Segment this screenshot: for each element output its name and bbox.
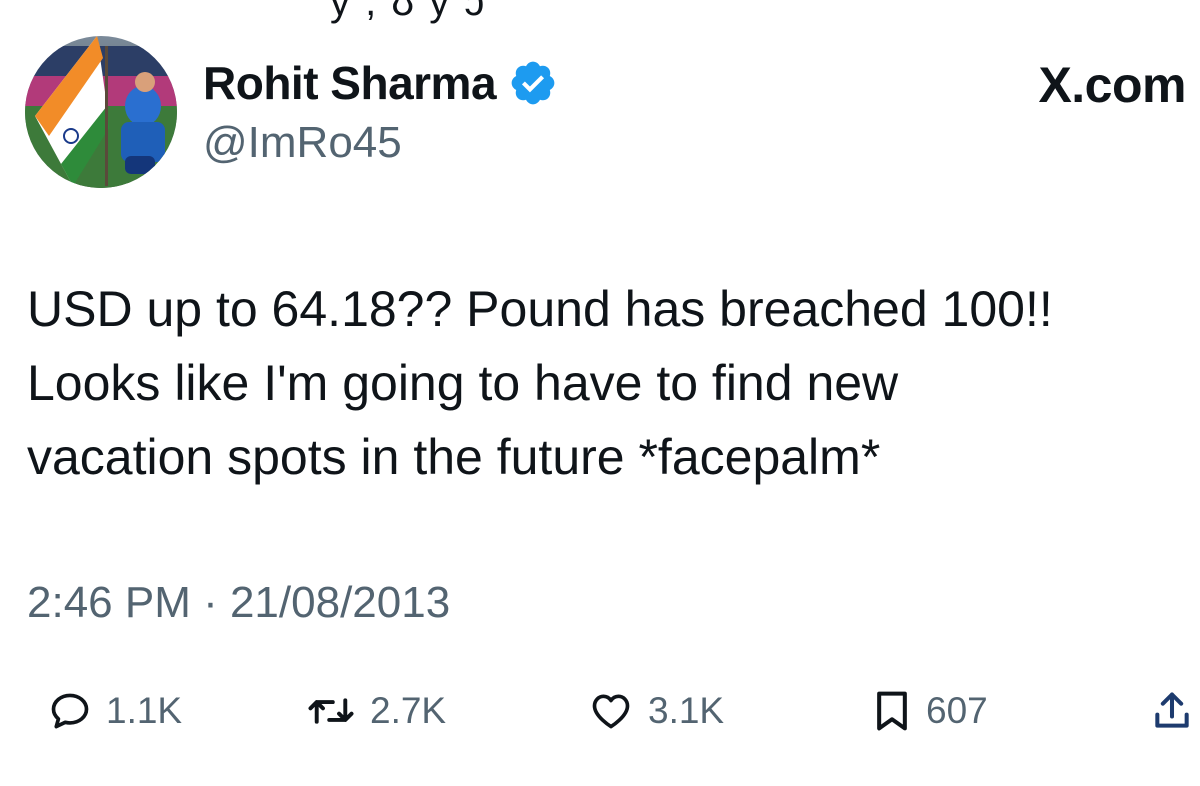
- author-row: Rohit Sharma: [203, 56, 558, 110]
- action-bar: 1.1K 2.7K 3.1K 607: [0, 676, 1200, 746]
- tweet-screenshot: y , ʊ y ɔ Rohit Sharma @ImRo45 X.com USD…: [0, 0, 1200, 786]
- author-handle[interactable]: @ImRo45: [203, 118, 402, 168]
- avatar[interactable]: [25, 36, 177, 188]
- bookmark-count: 607: [926, 690, 988, 731]
- share-button[interactable]: [1150, 676, 1194, 746]
- repost-count: 2.7K: [370, 690, 447, 731]
- reply-count: 1.1K: [106, 690, 183, 731]
- bookmark-button[interactable]: 607: [872, 676, 988, 746]
- tweet-text-line: vacation spots in the future *facepalm*: [27, 429, 881, 485]
- reply-icon: [51, 693, 89, 729]
- tweet-timestamp[interactable]: 2:46 PM · 21/08/2013: [27, 578, 450, 628]
- reply-button[interactable]: 1.1K: [48, 676, 182, 746]
- avatar-image: [25, 36, 177, 188]
- like-button[interactable]: 3.1K: [588, 676, 724, 746]
- cropped-previous-text: y , ʊ y ɔ: [330, 0, 487, 24]
- tweet-text-line: USD up to 64.18?? Pound has breached 100…: [27, 281, 1053, 337]
- repost-button[interactable]: 2.7K: [306, 676, 446, 746]
- bookmark-icon: [877, 691, 907, 731]
- repost-icon: [308, 698, 354, 724]
- like-count: 3.1K: [648, 690, 725, 731]
- brand-logo: X.com: [1038, 57, 1186, 113]
- tweet-text-line: Looks like I'm going to have to find new: [27, 355, 899, 411]
- share-icon: [1155, 692, 1189, 728]
- tweet-text: USD up to 64.18?? Pound has breached 100…: [27, 272, 1200, 494]
- author-name[interactable]: Rohit Sharma: [203, 56, 497, 110]
- verified-badge-icon: [511, 61, 555, 105]
- heart-icon: [592, 694, 630, 729]
